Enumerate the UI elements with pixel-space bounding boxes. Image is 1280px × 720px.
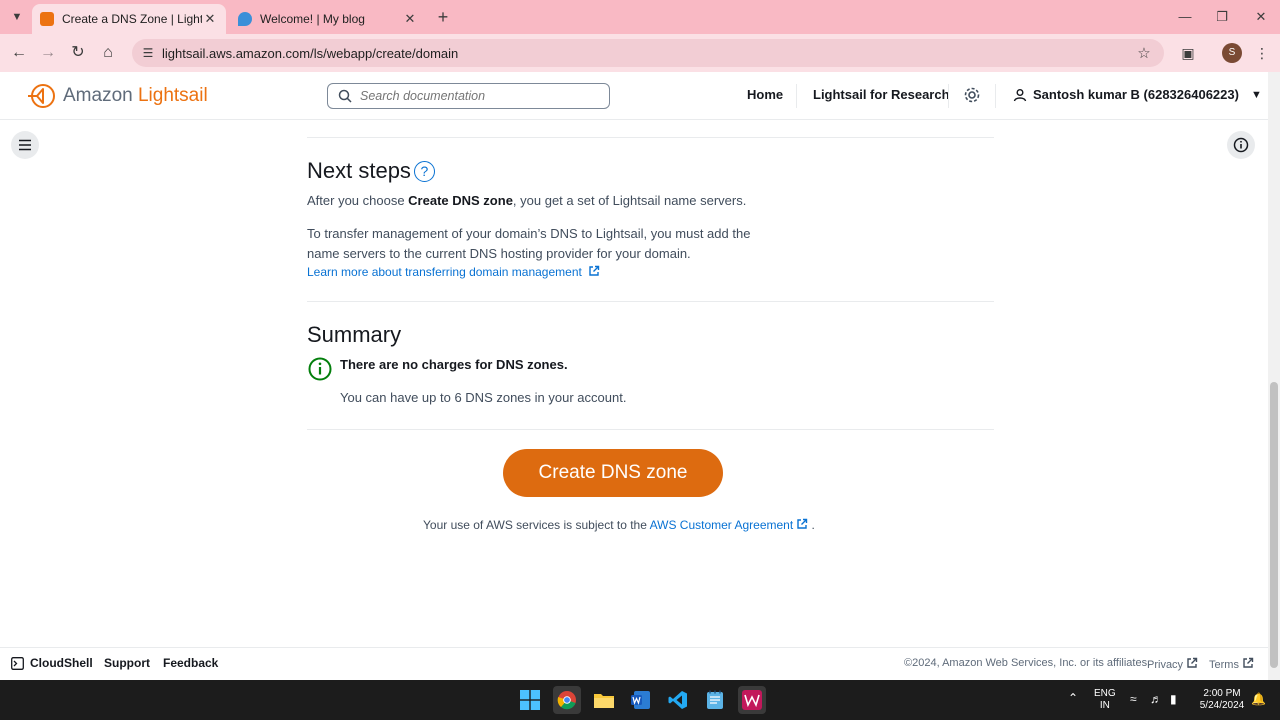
wamp-taskbar-icon[interactable]	[738, 686, 766, 714]
clock-date: 5/24/2024	[1199, 700, 1245, 711]
navigation-menu-button[interactable]	[11, 131, 39, 159]
customer-agreement-text: Your use of AWS services is subject to t…	[423, 518, 815, 532]
transfer-domain-link[interactable]: Learn more about transferring domain man…	[307, 265, 600, 279]
clock[interactable]: 2:00 PM 5/24/2024	[1197, 688, 1247, 712]
support-link[interactable]: Support	[104, 656, 150, 670]
summary-zone-limit: You can have up to 6 DNS zones in your a…	[340, 390, 627, 405]
windows-start-icon[interactable]	[516, 686, 544, 714]
battery-icon[interactable]: ▮	[1170, 693, 1177, 705]
section-divider	[307, 429, 994, 430]
caret-down-icon: ▼	[1250, 88, 1262, 101]
address-bar[interactable]: ☰ lightsail.aws.amazon.com/ls/webapp/cre…	[132, 39, 1164, 67]
create-dns-zone-button[interactable]: Create DNS zone	[503, 449, 723, 497]
notification-bell-icon[interactable]: 🔔	[1251, 693, 1266, 705]
tab-title: Create a DNS Zone | Lightsail	[62, 12, 202, 26]
lightsail-favicon-icon	[40, 12, 54, 26]
close-tab-icon[interactable]: ✕	[202, 11, 218, 27]
help-panel-button[interactable]	[1227, 131, 1255, 159]
user-icon	[1013, 88, 1027, 101]
tab-search-chevron-icon[interactable]: ▼	[6, 6, 28, 28]
volume-icon[interactable]: ♬	[1150, 693, 1162, 705]
copyright-text: ©2024, Amazon Web Services, Inc. or its …	[904, 657, 1151, 669]
file-explorer-icon[interactable]	[590, 686, 618, 714]
aws-customer-agreement-link[interactable]: AWS Customer Agreement	[650, 518, 809, 532]
chrome-menu-icon[interactable]: ⋮	[1252, 43, 1272, 63]
region-code: IN	[1099, 700, 1110, 711]
restore-icon[interactable]: ❐	[1211, 6, 1233, 28]
next-steps-line3: name servers to the current DNS hosting …	[307, 246, 691, 261]
notepad-icon[interactable]	[701, 686, 729, 714]
lightsail-header: Amazon Lightsail Home Lightsail for Rese…	[0, 72, 1268, 120]
language-code: ENG	[1094, 688, 1116, 699]
show-hidden-icons-icon[interactable]: ⌃	[1068, 692, 1078, 704]
nav-home-link[interactable]: Home	[747, 87, 783, 102]
forward-icon[interactable]: →	[37, 42, 59, 64]
site-info-icon[interactable]: ☰	[140, 46, 156, 60]
nav-divider	[995, 84, 996, 108]
close-tab-icon[interactable]: ✕	[402, 11, 418, 27]
profile-avatar[interactable]: S	[1222, 43, 1242, 63]
extensions-icon[interactable]: ▣	[1178, 43, 1198, 63]
scrollbar-thumb[interactable]	[1270, 382, 1278, 668]
privacy-link[interactable]: Privacy	[1147, 657, 1198, 671]
lightsail-logo[interactable]: Amazon Lightsail	[27, 82, 208, 110]
hamburger-icon	[19, 139, 31, 151]
settings-gear-icon[interactable]	[963, 86, 981, 104]
url-text: lightsail.aws.amazon.com/ls/webapp/creat…	[162, 45, 459, 61]
new-tab-button[interactable]: +	[432, 6, 454, 28]
drupal-favicon-icon	[238, 12, 252, 26]
external-link-icon	[797, 518, 808, 529]
next-steps-heading: Next steps?	[307, 158, 435, 184]
summary-heading: Summary	[307, 322, 402, 347]
browser-toolbar: ← → ↻ ⌂ ☰ lightsail.aws.amazon.com/ls/we…	[0, 34, 1280, 72]
reload-icon[interactable]: ↻	[67, 42, 89, 64]
logo-text: Amazon Lightsail	[63, 85, 208, 106]
search-icon	[338, 89, 352, 103]
search-input[interactable]	[360, 89, 590, 103]
nav-divider	[796, 84, 797, 108]
clock-time: 2:00 PM	[1203, 688, 1241, 699]
search-documentation[interactable]	[327, 83, 610, 109]
cloudshell-icon[interactable]	[11, 657, 24, 670]
lightsail-logo-icon	[28, 84, 55, 108]
vscode-icon[interactable]	[664, 686, 692, 714]
feedback-link[interactable]: Feedback	[163, 656, 218, 670]
nav-research-link[interactable]: Lightsail for Research	[813, 87, 950, 102]
minimize-icon[interactable]: —	[1174, 6, 1196, 28]
external-link-icon	[1187, 657, 1198, 668]
external-link-icon	[1243, 657, 1254, 668]
word-icon[interactable]	[627, 686, 655, 714]
account-menu[interactable]: Santosh kumar B (628326406223) ▼	[1013, 87, 1262, 102]
help-question-icon[interactable]: ?	[413, 161, 435, 182]
bookmark-star-icon[interactable]: ☆	[1134, 44, 1154, 62]
chrome-taskbar-icon[interactable]	[553, 686, 581, 714]
wifi-icon[interactable]: ≈	[1130, 693, 1137, 705]
account-label: Santosh kumar B (628326406223)	[1033, 87, 1239, 102]
next-steps-line2: To transfer management of your domain’s …	[307, 226, 751, 241]
tab-title: Welcome! | My blog	[260, 12, 365, 26]
tab-create-dns-zone[interactable]: Create a DNS Zone | Lightsail ✕	[32, 4, 226, 34]
browser-tab-strip: ▼ Create a DNS Zone | Lightsail ✕ Welcom…	[0, 0, 1280, 34]
language-indicator[interactable]: ENG IN	[1094, 688, 1116, 712]
section-divider	[307, 137, 994, 138]
external-link-icon	[589, 265, 600, 276]
console-footer: CloudShell Support Feedback ©2024, Amazo…	[0, 647, 1268, 680]
summary-no-charges: There are no charges for DNS zones.	[340, 357, 568, 372]
terms-link[interactable]: Terms	[1209, 657, 1254, 671]
back-icon[interactable]: ←	[8, 42, 30, 64]
success-info-icon	[308, 357, 332, 381]
next-steps-line1: After you choose Create DNS zone, you ge…	[307, 193, 747, 208]
info-icon	[1233, 137, 1249, 153]
windows-taskbar: ⌃ ENG IN ≈ ♬ ▮ 2:00 PM 5/24/2024 🔔	[0, 680, 1280, 720]
nav-divider	[948, 84, 949, 108]
close-window-icon[interactable]: ✕	[1250, 6, 1272, 28]
cloudshell-link[interactable]: CloudShell	[30, 656, 93, 670]
tab-my-blog[interactable]: Welcome! | My blog ✕	[230, 4, 426, 34]
home-icon[interactable]: ⌂	[97, 42, 119, 64]
section-divider	[307, 301, 994, 302]
